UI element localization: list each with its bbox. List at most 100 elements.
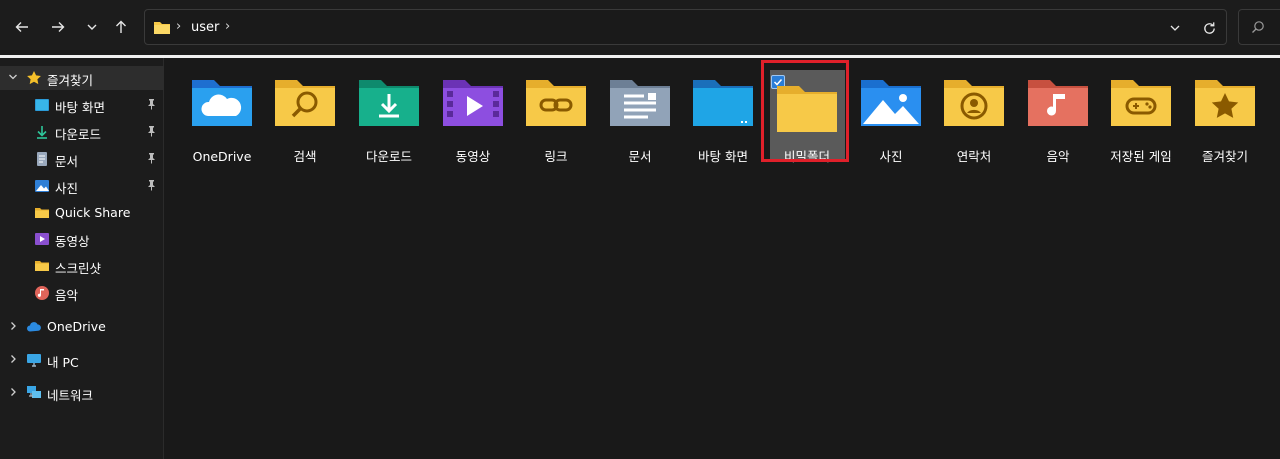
sidebar-item-videos[interactable]: 동영상 <box>0 227 164 251</box>
folder-name: 다운로드 <box>365 149 412 164</box>
desktop-folder-icon <box>693 80 753 126</box>
folder-name: 링크 <box>544 149 568 164</box>
sidebar-item-downloads[interactable]: 다운로드 <box>0 120 164 144</box>
sidebar-item-desktop[interactable]: 바탕 화면 <box>0 93 164 117</box>
sidebar-item-label: Quick Share <box>55 205 131 220</box>
folder-icon <box>35 261 49 271</box>
sidebar-item-label: 즐겨찾기 <box>47 73 94 88</box>
search-box[interactable] <box>1238 9 1280 45</box>
forward-button[interactable] <box>44 12 72 42</box>
chevron-right-icon <box>11 322 16 330</box>
arrow-up-icon <box>116 20 126 33</box>
videos-icon <box>35 233 49 245</box>
title-bar: › user › <box>0 0 1280 55</box>
sidebar-item-label: 내 PC <box>47 355 79 370</box>
star-icon <box>27 71 41 85</box>
address-history-button[interactable] <box>1164 18 1186 38</box>
download-icon <box>37 126 47 139</box>
music-folder-icon <box>1028 80 1088 126</box>
network-icon <box>27 386 41 398</box>
refresh-icon <box>1203 21 1215 34</box>
folder-item[interactable]: 검색 <box>265 70 345 170</box>
documents-folder-icon <box>610 80 670 126</box>
folder-name: 연락처 <box>956 149 992 164</box>
file-list: OneDrive 검색 다운로드 동영상 링크 문서 바탕 화면 비밀폴더 사진… <box>165 58 1280 459</box>
sidebar-item-onedrive[interactable]: OneDrive <box>0 315 164 339</box>
folder-name: 바탕 화면 <box>698 149 748 164</box>
search-folder-icon <box>275 80 335 126</box>
breadcrumb-separator: › <box>176 19 182 34</box>
folder-name: 즐겨찾기 <box>1201 149 1248 164</box>
chevron-right-icon <box>11 355 16 363</box>
folder-item[interactable]: 사진 <box>851 70 931 170</box>
chevron-down-icon <box>87 24 97 30</box>
pictures-folder-icon <box>861 80 921 126</box>
sidebar-item-label: 음악 <box>55 288 79 303</box>
folder-name: 저장된 게임 <box>1110 149 1172 164</box>
folder-item[interactable]: 음악 <box>1018 70 1098 170</box>
sidebar-item-label: 사진 <box>55 181 79 196</box>
chevron-down-icon <box>9 74 17 80</box>
sidebar-item-label: 바탕 화면 <box>55 100 105 115</box>
videos-folder-icon <box>443 80 503 126</box>
back-button[interactable] <box>8 12 36 42</box>
folder-icon <box>35 208 49 218</box>
pin-icon <box>148 126 155 137</box>
pictures-icon <box>35 180 49 192</box>
search-icon <box>1252 21 1264 33</box>
navigation-pane: 즐겨찾기 바탕 화면 다운로드 문서 사진 Quick Share 동영상 스크… <box>0 58 164 459</box>
folder-item[interactable]: 문서 <box>600 70 680 170</box>
up-button[interactable] <box>107 12 135 42</box>
pin-icon <box>148 180 155 191</box>
sidebar-item-label: 문서 <box>55 154 79 169</box>
sidebar-item-screenshots[interactable]: 스크린샷 <box>0 254 164 278</box>
address-bar[interactable]: › user › <box>144 9 1227 45</box>
folder-item[interactable]: 바탕 화면 <box>683 70 763 170</box>
sidebar-item-label: OneDrive <box>47 319 106 334</box>
folder-item[interactable]: 동영상 <box>433 70 513 170</box>
arrow-right-icon <box>52 22 65 32</box>
folder-name: 문서 <box>628 149 652 164</box>
sidebar-item-quick-share[interactable]: Quick Share <box>0 201 164 225</box>
folder-name: 검색 <box>293 149 317 164</box>
document-icon <box>37 152 47 166</box>
refresh-button[interactable] <box>1197 17 1221 39</box>
folder-name: OneDrive <box>192 149 252 164</box>
sidebar-item-music[interactable]: 음악 <box>0 281 164 305</box>
breadcrumb-user[interactable]: user <box>191 20 219 35</box>
folder-item[interactable]: 즐겨찾기 <box>1185 70 1265 170</box>
sidebar-item-label: 네트워크 <box>47 388 94 403</box>
selection-highlight-box <box>761 60 849 162</box>
folder-name: 사진 <box>879 149 903 164</box>
folder-item[interactable]: 저장된 게임 <box>1101 70 1181 170</box>
folder-icon <box>154 22 170 34</box>
folder-item[interactable]: 다운로드 <box>349 70 429 170</box>
folder-item[interactable]: OneDrive <box>182 70 262 170</box>
sidebar-item-network[interactable]: 네트워크 <box>0 381 164 405</box>
saved-games-folder-icon <box>1111 80 1171 126</box>
links-folder-icon <box>526 80 586 126</box>
folder-item[interactable]: 연락처 <box>934 70 1014 170</box>
downloads-folder-icon <box>359 80 419 126</box>
folder-name: 음악 <box>1046 149 1070 164</box>
sidebar-item-label: 스크린샷 <box>55 261 102 276</box>
desktop-icon <box>35 99 49 111</box>
sidebar-item-label: 동영상 <box>55 234 90 249</box>
onedrive-folder-icon <box>192 80 252 126</box>
monitor-icon <box>27 354 41 367</box>
recent-locations-button[interactable] <box>78 12 106 42</box>
breadcrumb-separator[interactable]: › <box>225 19 230 34</box>
music-icon <box>35 286 49 300</box>
folder-item[interactable]: 링크 <box>516 70 596 170</box>
sidebar-item-favorites[interactable]: 즐겨찾기 <box>0 66 164 90</box>
cloud-icon <box>27 322 41 332</box>
favorites-folder-icon <box>1195 80 1255 126</box>
contacts-folder-icon <box>944 80 1004 126</box>
pin-icon <box>148 153 155 164</box>
arrow-left-icon <box>15 22 28 32</box>
sidebar-item-label: 다운로드 <box>55 127 102 142</box>
folder-name: 동영상 <box>455 149 491 164</box>
sidebar-item-this-pc[interactable]: 내 PC <box>0 348 164 372</box>
sidebar-item-pictures[interactable]: 사진 <box>0 174 164 198</box>
sidebar-item-documents[interactable]: 문서 <box>0 147 164 171</box>
